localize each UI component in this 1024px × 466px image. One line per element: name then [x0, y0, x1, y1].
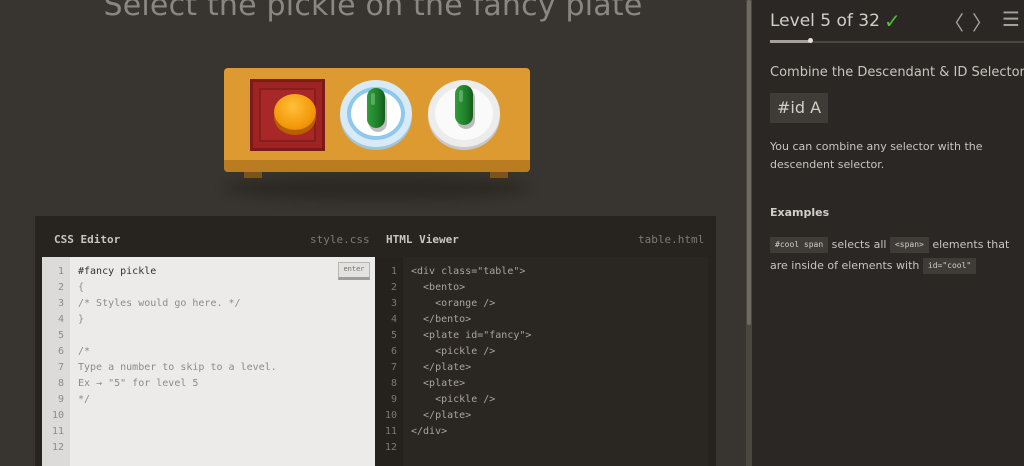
enter-button[interactable]: enter [338, 262, 370, 280]
html-line-number: 3 [390, 298, 397, 309]
html-line-number: 6 [390, 346, 397, 357]
example-code: <span> [889, 237, 929, 253]
html-line-number: 4 [390, 314, 397, 325]
bento-inner [259, 88, 316, 142]
table-shadow [224, 176, 530, 200]
example-text: are inside of elements with [770, 259, 923, 272]
html-code-line: </plate> [411, 410, 472, 421]
html-code-line: <bento> [411, 282, 466, 293]
example-line-1: #cool span selects all <span> elements t… [770, 235, 1009, 255]
example-line-2: are inside of elements with id="cool" [770, 256, 977, 276]
html-line-number: 9 [390, 394, 397, 405]
html-code-line: </div> [411, 426, 448, 437]
menu-icon[interactable]: ☰ [1002, 7, 1020, 31]
level-progress-marker [808, 38, 813, 43]
css-code-line: { [78, 282, 85, 293]
plate[interactable] [428, 80, 500, 147]
scrollbar-thumb[interactable] [747, 0, 751, 325]
html-line-number: 7 [390, 362, 397, 373]
css-code-line: /* [78, 346, 91, 357]
css-code-line: Type a number to skip to a level. [78, 362, 277, 373]
css-line-number: 7 [57, 362, 64, 373]
table-leg-right [490, 172, 508, 178]
example-text: selects all [828, 238, 890, 251]
pickle-on-plate[interactable] [455, 85, 473, 125]
css-editor-filename: style.css [310, 233, 370, 246]
css-editor-title: CSS Editor [54, 233, 121, 246]
html-viewer-title: HTML Viewer [386, 233, 459, 246]
html-code-line: <orange /> [411, 298, 496, 309]
html-line-number: 12 [384, 442, 397, 453]
css-code-line: */ [78, 394, 91, 405]
html-line-number: 11 [384, 426, 397, 437]
css-line-number: 5 [57, 330, 64, 341]
css-code-line: Ex → "5" for level 5 [78, 378, 199, 389]
html-viewer-filename: table.html [638, 233, 705, 246]
html-code-line: </bento> [411, 314, 472, 325]
game-area: Select the pickle on the fancy plate CSS… [0, 0, 746, 466]
prev-level-icon[interactable]: 〈 [944, 7, 964, 36]
html-line-number: 8 [390, 378, 397, 389]
level-description: You can combine any selector with the de… [770, 140, 983, 171]
css-code-line: /* Styles would go here. */ [78, 298, 241, 309]
html-line-number: 10 [384, 410, 397, 421]
level-progress-fill [770, 40, 811, 43]
html-code-line: <div class="table"> [411, 266, 526, 277]
example-code: id="cool" [922, 258, 977, 274]
html-line-number: 1 [390, 266, 397, 277]
table-front [224, 160, 530, 172]
html-line-number: 2 [390, 282, 397, 293]
css-line-number: 4 [57, 314, 64, 325]
css-line-number: 1 [57, 266, 64, 277]
table-leg-left [244, 172, 262, 178]
example-code: #cool span [770, 237, 829, 253]
examples-heading: Examples [770, 206, 830, 219]
html-code-line: </plate> [411, 362, 472, 373]
level-subtitle: Combine the Descendant & ID Selectors [770, 65, 1024, 80]
fancy-plate[interactable] [340, 80, 412, 147]
instruction-title: Select the pickle on the fancy plate [103, 0, 643, 23]
css-code-line: #fancy pickle [78, 266, 157, 277]
html-code-line: <pickle /> [411, 346, 496, 357]
css-line-number: 12 [51, 442, 64, 453]
css-line-number: 2 [57, 282, 64, 293]
check-icon: ✓ [884, 9, 901, 33]
css-line-number: 10 [51, 410, 64, 421]
css-line-number: 9 [57, 394, 64, 405]
bento-box[interactable] [250, 79, 325, 151]
level-indicator: Level 5 of 32 [770, 11, 880, 31]
orange[interactable] [274, 94, 316, 130]
css-line-number: 3 [57, 298, 64, 309]
html-code-line: <pickle /> [411, 394, 496, 405]
selector-syntax: #id A [770, 93, 828, 123]
css-code-line: } [78, 314, 85, 325]
css-line-number: 6 [57, 346, 64, 357]
html-code-line: <plate id="fancy"> [411, 330, 532, 341]
example-text: elements that [928, 238, 1010, 251]
html-line-number: 5 [390, 330, 397, 341]
css-line-number: 8 [57, 378, 64, 389]
pickle-on-fancy-plate[interactable] [367, 88, 385, 128]
next-level-icon[interactable]: 〉 [972, 7, 992, 36]
css-line-number: 11 [51, 426, 64, 437]
html-code-line: <plate> [411, 378, 466, 389]
